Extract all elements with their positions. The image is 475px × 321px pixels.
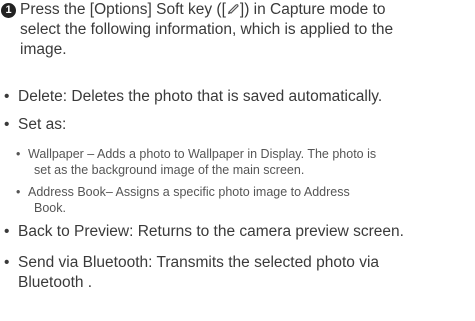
sub-item-wallpaper-text: Wallpaper – Adds a photo to Wallpaper in…	[28, 147, 377, 161]
sub-item-address-text-cont: Book.	[34, 201, 66, 215]
item-send-text-cont: Bluetooth .	[18, 274, 93, 291]
sub-item-address-book: • Address Book– Assigns a specific photo …	[14, 184, 475, 216]
item-send-bluetooth: • Send via Bluetooth: Transmits the selec…	[0, 253, 475, 293]
bullet: •	[4, 254, 10, 271]
item-set-as: • Set as:	[0, 115, 475, 135]
item-delete: • Delete: Deletes the photo that is saved…	[0, 87, 475, 107]
item-send-text: Send via Bluetooth: Transmits the select…	[18, 254, 380, 271]
step-line-1: 1 Press the [Options] Soft key ([ ]) in Ca…	[1, 0, 471, 20]
item-back-text: Back to Preview: Returns to the camera p…	[18, 223, 404, 240]
step-number-badge: 1	[1, 3, 16, 18]
options-softkey-icon	[227, 4, 239, 15]
step-line-3: image.	[20, 41, 67, 58]
bullet: •	[16, 185, 21, 199]
item-back-to-preview: • Back to Preview: Returns to the camera …	[0, 222, 475, 242]
step-text-end: ]) in Capture mode to	[239, 1, 386, 18]
step-text-start: Press the [Options] Soft key ([	[20, 1, 226, 18]
step-line-2: select the following information, which …	[20, 21, 394, 38]
bullet: •	[4, 116, 10, 133]
bullet: •	[4, 88, 10, 105]
step-1: 1 Press the [Options] Soft key ([ ]) in Ca…	[1, 0, 471, 60]
item-delete-text: Delete: Deletes the photo that is saved …	[18, 88, 383, 105]
sub-item-wallpaper: • Wallpaper – Adds a photo to Wallpaper i…	[14, 146, 475, 178]
sub-item-address-text: Address Book– Assigns a specific photo i…	[28, 185, 350, 199]
sub-item-wallpaper-text-cont: set as the background image of the main …	[34, 163, 305, 177]
bullet: •	[4, 223, 10, 240]
item-set-as-text: Set as:	[18, 116, 67, 133]
bullet: •	[16, 147, 21, 161]
